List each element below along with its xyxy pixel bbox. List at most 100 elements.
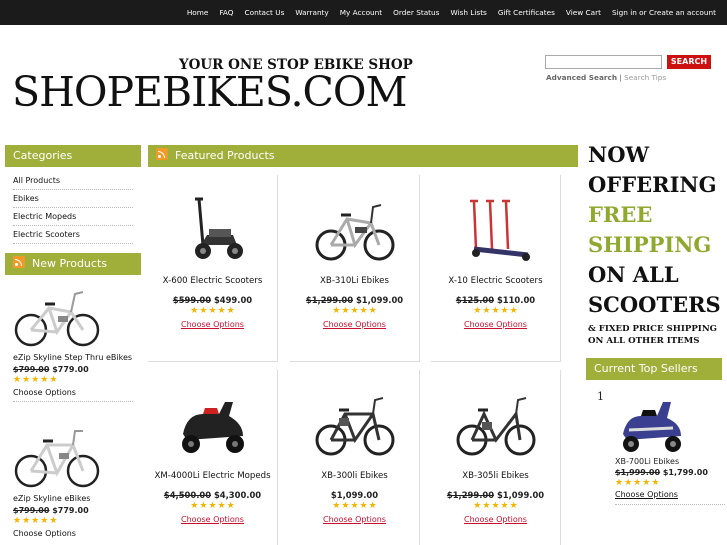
rss-icon[interactable] [156, 148, 168, 160]
nav-warranty-link[interactable]: Warranty [295, 8, 328, 17]
star-icon: ★ [482, 306, 491, 316]
star-icon: ★ [482, 501, 491, 511]
nav-sign-in-link[interactable]: Sign in or Create an account [612, 8, 716, 17]
star-icon: ★ [651, 478, 660, 488]
star-icon: ★ [49, 516, 58, 526]
categories-header: Categories [5, 145, 141, 167]
divider [13, 401, 133, 402]
current-price: $1,099.00 [330, 490, 379, 500]
product-price: $1,099.00 [290, 490, 419, 500]
product-name[interactable]: X-600 Electric Scooters [148, 275, 277, 287]
star-icon: ★ [509, 501, 518, 511]
moped-image[interactable] [173, 384, 253, 464]
search-link-divider: | [619, 73, 622, 82]
star-icon: ★ [190, 501, 199, 511]
choose-options-link[interactable]: Choose Options [13, 529, 133, 538]
star-icon: ★ [642, 478, 651, 488]
product-card: X-600 Electric Scooters $599.00 $499.00 … [148, 175, 278, 362]
product-card: XB-305li Ebikes $1,299.00 $1,099.00 ★ ★ ★ ★… [431, 370, 561, 545]
product-name[interactable]: eZip Skyline Step Thru eBikes [13, 352, 133, 363]
product-name[interactable]: XB-305li Ebikes [431, 470, 560, 482]
product-name[interactable]: XB-300li Ebikes [290, 470, 419, 482]
ebike-image[interactable] [456, 384, 536, 464]
star-icon: ★ [332, 501, 341, 511]
category-ebikes[interactable]: Ebikes [13, 190, 133, 208]
product-card: XB-300li Ebikes $1,099.00 ★ ★ ★ ★ ★ Choose O… [290, 370, 420, 545]
current-price: $499.00 [213, 295, 253, 305]
star-icon: ★ [199, 501, 208, 511]
nav-my-account-link[interactable]: My Account [340, 8, 382, 17]
product-price: $125.00 $110.00 [431, 295, 560, 305]
star-icon: ★ [473, 501, 482, 511]
nav-order-status-link[interactable]: Order Status [393, 8, 439, 17]
rating-stars: ★ ★ ★ ★ ★ [290, 307, 419, 316]
ebike-image[interactable] [13, 282, 103, 352]
star-icon: ★ [208, 306, 217, 316]
star-icon: ★ [624, 478, 633, 488]
star-icon: ★ [368, 501, 377, 511]
star-icon: ★ [615, 478, 624, 488]
scooter-image[interactable] [456, 189, 536, 269]
divider [615, 504, 725, 505]
top-bar: Home FAQ Contact Us Warranty My Account … [0, 0, 727, 25]
search-button[interactable]: SEARCH [667, 55, 711, 69]
choose-options-link[interactable]: Choose Options [148, 515, 277, 524]
ebike-image[interactable] [315, 384, 395, 464]
star-icon: ★ [31, 375, 40, 385]
star-icon: ★ [368, 306, 377, 316]
choose-options-link[interactable]: Choose Options [290, 320, 419, 329]
product-name[interactable]: eZip Skyline eBikes [13, 493, 133, 504]
new-product-item: eZip Skyline eBikes $799.00 $779.00 ★ ★ ★ ★… [13, 423, 133, 538]
category-electric-scooters[interactable]: Electric Scooters [13, 226, 133, 244]
star-icon: ★ [217, 306, 226, 316]
star-icon: ★ [332, 306, 341, 316]
rating-stars: ★ ★ ★ ★ ★ [13, 376, 133, 385]
ebike-image[interactable] [315, 189, 395, 269]
rss-icon[interactable] [13, 256, 25, 268]
scooter-image[interactable] [173, 189, 253, 269]
current-price: $1,799.00 [662, 468, 708, 477]
star-icon: ★ [22, 516, 31, 526]
product-name[interactable]: XB-310Li Ebikes [290, 275, 419, 287]
rating-stars: ★ ★ ★ ★ ★ [290, 502, 419, 511]
categories-title: Categories [13, 149, 73, 162]
star-icon: ★ [49, 375, 58, 385]
search-tips-link[interactable]: Search Tips [624, 73, 666, 82]
star-icon: ★ [509, 306, 518, 316]
product-name[interactable]: XB-700Li Ebikes [615, 457, 725, 466]
choose-options-link[interactable]: Choose Options [431, 320, 560, 329]
promo-line: SHIPPING [588, 232, 712, 257]
product-name[interactable]: XM-4000Li Electric Mopeds [148, 470, 277, 482]
new-product-item: eZip Skyline Step Thru eBikes $799.00 $7… [13, 282, 133, 402]
star-icon: ★ [13, 516, 22, 526]
choose-options-link[interactable]: Choose Options [148, 320, 277, 329]
promo-line: NOW [588, 142, 650, 167]
category-all-products[interactable]: All Products [13, 172, 133, 190]
top-nav: Home FAQ Contact Us Warranty My Account … [187, 8, 716, 17]
nav-faq-link[interactable]: FAQ [219, 8, 233, 17]
nav-home-link[interactable]: Home [187, 8, 209, 17]
choose-options-link[interactable]: Choose Options [431, 515, 560, 524]
choose-options-link[interactable]: Choose Options [13, 388, 133, 397]
product-price: $1,299.00 $1,099.00 [290, 295, 419, 305]
nav-view-cart-link[interactable]: View Cart [566, 8, 601, 17]
product-price: $599.00 $499.00 [148, 295, 277, 305]
search-input[interactable] [545, 55, 662, 69]
choose-options-link[interactable]: Choose Options [615, 490, 725, 499]
category-electric-mopeds[interactable]: Electric Mopeds [13, 208, 133, 226]
advanced-search-link[interactable]: Advanced Search [546, 73, 617, 82]
choose-options-link[interactable]: Choose Options [290, 515, 419, 524]
ebike-image[interactable] [13, 423, 103, 493]
rank-number: 1 [597, 390, 604, 403]
nav-contact-link[interactable]: Contact Us [245, 8, 285, 17]
star-icon: ★ [341, 501, 350, 511]
moped-image[interactable] [617, 390, 687, 454]
nav-gift-certificates-link[interactable]: Gift Certificates [498, 8, 555, 17]
free-shipping-promo[interactable]: NOW OFFERING FREE SHIPPING ON ALL SCOOTE… [588, 140, 724, 347]
product-name[interactable]: X-10 Electric Scooters [431, 275, 560, 287]
star-icon: ★ [226, 306, 235, 316]
star-icon: ★ [31, 516, 40, 526]
star-icon: ★ [633, 478, 642, 488]
nav-wish-lists-link[interactable]: Wish Lists [450, 8, 486, 17]
new-products-title: New Products [32, 257, 107, 270]
